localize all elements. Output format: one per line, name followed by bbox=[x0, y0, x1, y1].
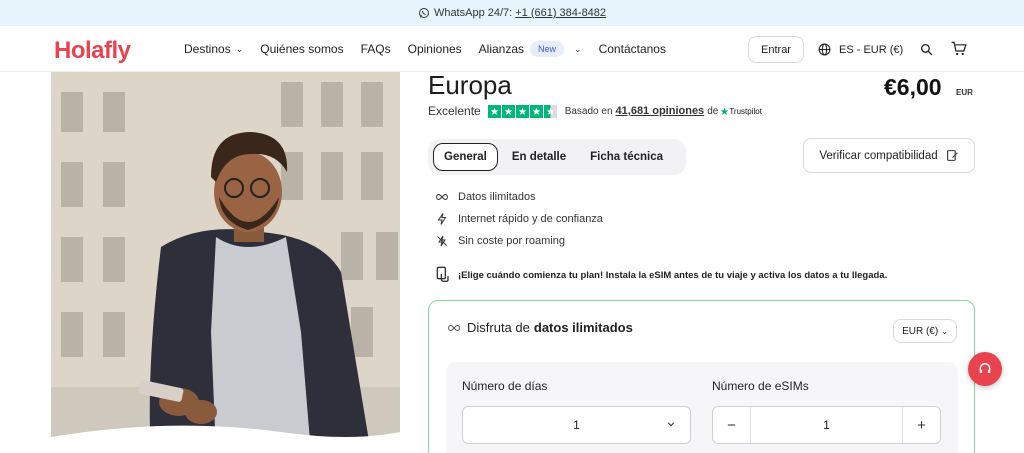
reviews-count-link[interactable]: 41,681 opiniones bbox=[616, 105, 705, 117]
plan-title-prefix: Disfruta de bbox=[467, 320, 530, 335]
site-header: Holafly Destinos ⌄ Quiénes somos FAQs Op… bbox=[0, 26, 1024, 72]
based-on-label: Basado en bbox=[564, 105, 613, 117]
infinity-icon bbox=[447, 320, 461, 335]
language-label: ES - EUR (€) bbox=[839, 43, 904, 56]
announcement-bar: WhatsApp 24/7: +1 (661) 384-8482 bbox=[0, 0, 1024, 26]
main-nav: Destinos ⌄ Quiénes somos FAQs Opiniones … bbox=[184, 26, 683, 72]
holafly-logo[interactable]: Holafly bbox=[54, 37, 131, 65]
rating-stars bbox=[487, 104, 558, 118]
esims-stepper[interactable]: − 1 + bbox=[712, 406, 941, 444]
search-button[interactable] bbox=[920, 43, 933, 61]
hero-image bbox=[51, 72, 400, 453]
edit-check-icon bbox=[946, 150, 958, 161]
nav-alianzas-label: Alianzas bbox=[478, 42, 525, 56]
tap-phone-icon bbox=[434, 266, 450, 285]
whatsapp-phone-link[interactable]: +1 (661) 384-8482 bbox=[515, 7, 606, 19]
feature-list: Datos ilimitados Internet rápido y de co… bbox=[434, 186, 603, 252]
nav-faqs-label: FAQs bbox=[360, 42, 391, 56]
nav-destinos-label: Destinos bbox=[184, 42, 231, 56]
nav-opiniones-label: Opiniones bbox=[407, 42, 462, 56]
star-icon bbox=[501, 104, 515, 118]
trustpilot-label: Trustpilot bbox=[729, 106, 762, 116]
trustpilot-star-icon bbox=[721, 107, 729, 115]
new-badge: New bbox=[530, 41, 565, 57]
search-icon bbox=[920, 43, 933, 56]
language-selector[interactable]: ES - EUR (€) bbox=[818, 43, 903, 56]
whatsapp-label: WhatsApp 24/7: bbox=[433, 7, 513, 19]
star-icon bbox=[487, 104, 501, 118]
plan-title: Disfruta de datos ilimitados bbox=[447, 320, 633, 335]
currency-select[interactable]: EUR (€) ⌄ bbox=[893, 319, 957, 343]
feature-item: Sin coste por roaming bbox=[434, 230, 603, 252]
nav-contactanos-label: Contáctanos bbox=[598, 42, 666, 56]
cart-icon bbox=[951, 41, 967, 56]
activation-notice: ¡Elige cuándo comienza tu plan! Instala … bbox=[434, 266, 887, 285]
rating-row: Excelente Basado en 41,681 opiniones de … bbox=[428, 104, 762, 118]
verify-label: Verificar compatibilidad bbox=[819, 149, 938, 162]
support-chat-button[interactable] bbox=[968, 352, 1002, 386]
plan-card: Disfruta de datos ilimitados EUR (€) ⌄ N… bbox=[428, 300, 975, 453]
rating-label: Excelente bbox=[428, 104, 481, 118]
increment-button[interactable]: + bbox=[902, 407, 940, 443]
chevron-down-icon: ⌄ bbox=[574, 43, 582, 54]
feature-label: Datos ilimitados bbox=[458, 191, 536, 203]
tab-ficha-tecnica[interactable]: Ficha técnica bbox=[580, 144, 673, 170]
reviews-suffix: de bbox=[707, 105, 719, 117]
plan-title-bold: datos ilimitados bbox=[533, 320, 633, 335]
nav-faqs[interactable]: FAQs bbox=[361, 42, 391, 56]
days-label: Número de días bbox=[462, 379, 548, 393]
chevron-down-icon: ⌄ bbox=[941, 326, 948, 336]
half-star-icon bbox=[543, 104, 557, 118]
nav-quienes-label: Quiénes somos bbox=[260, 42, 344, 56]
star-icon bbox=[515, 104, 529, 118]
feature-item: Internet rápido y de confianza bbox=[434, 208, 603, 230]
nav-contactanos[interactable]: Contáctanos bbox=[599, 42, 666, 56]
days-value: 1 bbox=[573, 418, 580, 432]
cart-button[interactable] bbox=[951, 41, 967, 61]
star-icon bbox=[529, 104, 543, 118]
nav-destinos[interactable]: Destinos ⌄ bbox=[184, 42, 243, 56]
hero-photo-illustration bbox=[51, 72, 400, 453]
trustpilot-logo: Trustpilot bbox=[720, 107, 762, 116]
login-button[interactable]: Entrar bbox=[748, 36, 804, 63]
nav-alianzas[interactable]: Alianzas New ⌄ bbox=[479, 41, 582, 57]
decrement-button[interactable]: − bbox=[713, 407, 751, 443]
nav-quienes-somos[interactable]: Quiénes somos bbox=[260, 42, 343, 56]
currency-value: EUR (€) bbox=[902, 325, 939, 337]
price-currency: EUR bbox=[956, 88, 973, 97]
plan-options: Número de días Número de eSIMs 1 − 1 + bbox=[446, 362, 958, 453]
lightning-icon bbox=[434, 213, 450, 225]
globe-icon bbox=[818, 43, 831, 56]
esims-value[interactable]: 1 bbox=[751, 418, 902, 432]
tab-general[interactable]: General bbox=[433, 143, 498, 171]
chevron-down-icon: ⌄ bbox=[235, 43, 244, 54]
nav-opiniones[interactable]: Opiniones bbox=[408, 42, 462, 56]
tab-en-detalle[interactable]: En detalle bbox=[502, 144, 576, 170]
headset-icon bbox=[979, 363, 991, 374]
verify-compatibility-button[interactable]: Verificar compatibilidad bbox=[803, 138, 975, 173]
feature-item: Datos ilimitados bbox=[434, 186, 603, 208]
esims-label: Número de eSIMs bbox=[712, 379, 809, 393]
product-price: €6,00 bbox=[884, 74, 942, 100]
product-tabs: General En detalle Ficha técnica bbox=[428, 139, 686, 175]
product-title: Europa bbox=[428, 70, 512, 100]
feature-label: Sin coste por roaming bbox=[458, 235, 565, 247]
no-roaming-icon bbox=[434, 235, 450, 247]
feature-label: Internet rápido y de confianza bbox=[458, 213, 603, 225]
chevron-down-icon bbox=[667, 422, 675, 427]
infinity-icon bbox=[434, 193, 450, 201]
days-select[interactable]: 1 bbox=[462, 406, 691, 444]
whatsapp-icon bbox=[418, 8, 429, 18]
notice-text: ¡Elige cuándo comienza tu plan! Instala … bbox=[458, 270, 888, 281]
